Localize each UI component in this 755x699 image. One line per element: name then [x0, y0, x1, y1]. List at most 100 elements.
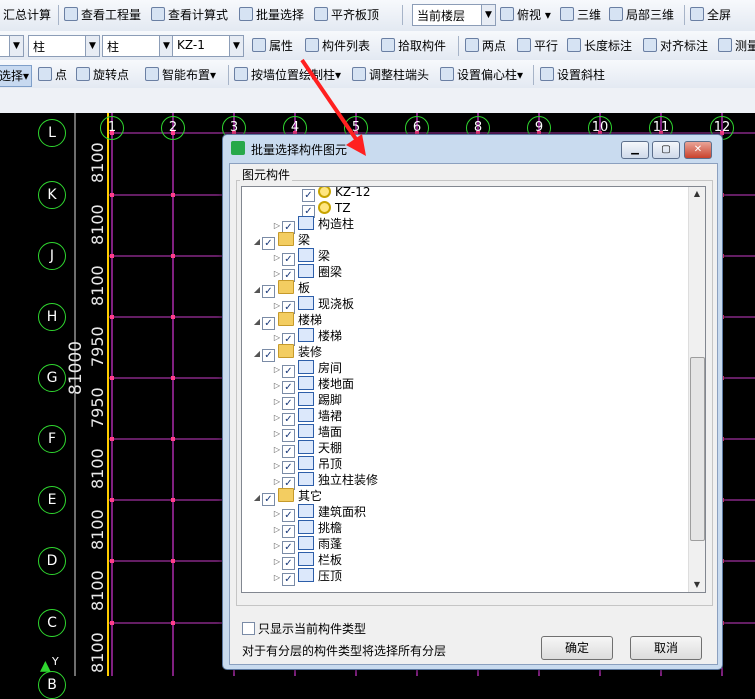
checkbox-checked-icon[interactable]: ✓	[282, 573, 295, 586]
minimize-button[interactable]: ▁	[621, 141, 649, 159]
category-select[interactable]: 柱 ▼	[28, 35, 100, 57]
tree-node-label: KZ-12	[335, 186, 371, 199]
expand-icon[interactable]: ▷	[272, 570, 282, 586]
dialog-titlebar[interactable]: 批量选择构件图元 ▁ ▢ ✕	[223, 135, 722, 163]
tree-node-label: 栏板	[318, 553, 343, 567]
scroll-down-icon[interactable]: ▼	[689, 578, 705, 592]
parallel-button[interactable]: 平行	[517, 36, 558, 56]
row-axis-bubble: E	[38, 486, 66, 514]
collapse-icon[interactable]: ◢	[252, 314, 262, 330]
eccentric-column-button[interactable]: 设置偏心柱▾	[440, 65, 523, 85]
tree-folder-node[interactable]: ◢ ✓ 板	[252, 280, 311, 298]
dimension-label: 7950	[88, 387, 107, 428]
tree-item-node[interactable]: ▷ ✓ 栏板	[272, 552, 343, 570]
rotate-point-button[interactable]: 旋转点	[76, 65, 129, 85]
tree-folder-node[interactable]: ◢ ✓ 其它	[252, 488, 322, 506]
adjust-column-end-button[interactable]: 调整柱端头	[352, 65, 429, 85]
view-quantity-button[interactable]: 查看工程量	[64, 5, 141, 25]
view-formula-button[interactable]: 查看计算式	[151, 5, 228, 25]
close-button[interactable]: ✕	[684, 141, 712, 159]
tree-folder-node[interactable]: ◢ ✓ 梁	[252, 232, 310, 250]
collapse-icon[interactable]: ◢	[252, 282, 262, 298]
batch-select-button[interactable]: 批量选择	[239, 5, 304, 25]
floor-select[interactable]: 当前楼层 ▼	[412, 4, 496, 26]
properties-button[interactable]: 属性	[252, 36, 293, 56]
only-current-checkbox[interactable]: 只显示当前构件类型	[242, 620, 366, 637]
tree-item-node[interactable]: ▷ ✓ 压顶	[272, 568, 342, 586]
3d-button[interactable]: 三维	[560, 5, 601, 25]
tree-item-node[interactable]: ▷ ✓ 梁	[272, 248, 330, 266]
collapse-icon[interactable]: ◢	[252, 490, 262, 506]
fullscreen-button[interactable]: 全屏	[690, 5, 731, 25]
tree-folder-node[interactable]: ◢ ✓ 装修	[252, 344, 322, 362]
two-points-button[interactable]: 两点	[465, 36, 506, 56]
tree-item-node[interactable]: ▷ ✓ 建筑面积	[272, 504, 366, 522]
align-dim-label: 对齐标注	[660, 39, 709, 53]
tree-node-label: 墙裙	[318, 409, 343, 423]
measure-icon	[718, 38, 732, 52]
top-view-button[interactable]: 俯视 ▾	[500, 5, 551, 25]
measure-button[interactable]: 测量	[718, 36, 755, 56]
cancel-button[interactable]: 取消	[630, 636, 702, 660]
tree-item-node[interactable]: ▷ ✓ 圈梁	[272, 264, 342, 282]
measure-label: 测量	[735, 39, 755, 53]
dimension-label: 7950	[88, 326, 107, 367]
tree-node-label: 板	[298, 281, 311, 295]
summary-calc-label: 汇总计算	[3, 8, 52, 22]
component-icon	[298, 536, 314, 550]
ok-button[interactable]: 确定	[541, 636, 613, 660]
point-button[interactable]: 点	[38, 65, 67, 85]
type-select[interactable]: 柱 ▼	[102, 35, 174, 57]
collapse-icon[interactable]: ◢	[252, 346, 262, 362]
scroll-up-icon[interactable]: ▲	[689, 187, 705, 201]
parallel-icon	[517, 38, 531, 52]
component-select[interactable]: KZ-1 ▼	[172, 35, 244, 57]
tree-item-node[interactable]: ✓ TZ	[292, 200, 351, 218]
tree-item-node[interactable]: ▷ ✓ 构造柱	[272, 216, 355, 234]
length-dim-button[interactable]: 长度标注	[567, 36, 632, 56]
smart-layout-button[interactable]: 智能布置▾	[145, 65, 216, 85]
component-tree[interactable]: ✓ KZ-12 ✓ TZ ▷ ✓ 构造柱 ◢ ✓ 梁 ▷ ✓ 梁 ▷ ✓ 圈梁 ◢ ✓ 板 ▷ ✓ 现浇板 ◢ ✓ 楼梯 ▷ ✓ 楼梯…	[241, 186, 706, 593]
align-dim-button[interactable]: 对齐标注	[643, 36, 708, 56]
maximize-button[interactable]: ▢	[652, 141, 680, 159]
tree-node-label: 构造柱	[318, 217, 355, 231]
dropper-icon	[381, 38, 395, 52]
local-3d-button[interactable]: 局部三维	[609, 5, 674, 25]
tree-item-node[interactable]: ▷ ✓ 挑檐	[272, 520, 342, 538]
component-list-button[interactable]: 构件列表	[305, 36, 370, 56]
category-select-value: 柱	[33, 40, 46, 54]
draw-by-wall-button[interactable]: 按墙位置绘制柱▾	[234, 65, 341, 85]
align-slab-top-button[interactable]: 平齐板顶	[314, 5, 379, 25]
scroll-thumb[interactable]	[690, 357, 705, 541]
tree-item-node[interactable]: ▷ ✓ 独立柱装修	[272, 472, 378, 490]
component-icon	[298, 376, 314, 390]
align-slab-top-label: 平齐板顶	[331, 8, 380, 22]
tree-item-node[interactable]: ▷ ✓ 吊顶	[272, 456, 342, 474]
column-marker	[110, 193, 114, 197]
tree-item-node[interactable]: ▷ ✓ 楼地面	[272, 376, 354, 394]
tree-folder-node[interactable]: ◢ ✓ 楼梯	[252, 312, 322, 330]
tree-item-node[interactable]: ▷ ✓ 踢脚	[272, 392, 342, 410]
collapse-icon[interactable]: ◢	[252, 234, 262, 250]
select-button[interactable]: 选择▾	[0, 65, 33, 87]
layer-select[interactable]: ▼	[0, 35, 24, 57]
tree-item-node[interactable]: ▷ ✓ 现浇板	[272, 296, 354, 314]
tree-item-node[interactable]: ▷ ✓ 墙面	[272, 424, 342, 442]
pick-component-button[interactable]: 拾取构件	[381, 36, 446, 56]
tree-item-node[interactable]: ▷ ✓ 房间	[272, 360, 342, 378]
tree-scrollbar[interactable]: ▲ ▼	[688, 187, 705, 592]
tree-item-node[interactable]: ✓ KZ-12	[292, 186, 371, 202]
align-dim-icon	[643, 38, 657, 52]
dialog-body: 图元构件 ✓ KZ-12 ✓ TZ ▷ ✓ 构造柱 ◢ ✓ 梁 ▷ ✓ 梁 ▷ ✓ 圈梁 ◢ ✓ 板 ▷ ✓ 现浇板 ◢ ✓ 楼…	[229, 163, 718, 665]
column-marker	[110, 498, 114, 502]
inclined-column-button[interactable]: 设置斜柱	[540, 65, 605, 85]
view-formula-label: 查看计算式	[168, 8, 229, 22]
checkbox-box[interactable]	[242, 622, 255, 635]
tree-item-node[interactable]: ▷ ✓ 墙裙	[272, 408, 343, 426]
summary-calc-button[interactable]: 汇总计算	[3, 5, 51, 25]
component-icon	[298, 216, 314, 230]
folder-icon	[278, 280, 294, 294]
tree-item-node[interactable]: ▷ ✓ 楼梯	[272, 328, 342, 346]
tree-item-node[interactable]: ▷ ✓ 雨蓬	[272, 536, 342, 554]
tree-item-node[interactable]: ▷ ✓ 天棚	[272, 440, 342, 458]
